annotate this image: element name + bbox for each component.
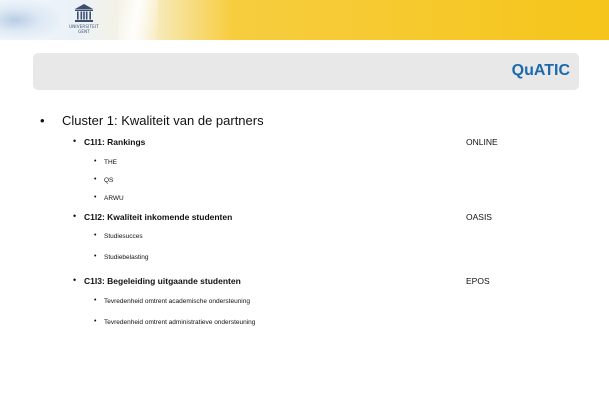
indicator-item: • C1I1: Rankings xyxy=(73,136,146,147)
bullet: • xyxy=(94,194,97,201)
sub-item: • Tevredenheid omtrent academische onder… xyxy=(94,297,250,305)
indicator-label: C1I3: Begeleiding uitgaande studenten xyxy=(84,276,241,286)
sub-item-label: Studiesucces xyxy=(104,233,143,240)
sub-item-label: Studiebelasting xyxy=(104,254,149,261)
cluster-label: Cluster 1: Kwaliteit van de partners xyxy=(62,113,264,128)
bullet: • xyxy=(40,113,45,128)
bullet: • xyxy=(73,211,77,221)
indicator-item: • C1I2: Kwaliteit inkomende studenten xyxy=(73,211,233,222)
bullet: • xyxy=(94,318,97,325)
sub-item: • Studiesucces xyxy=(94,232,143,240)
bullet: • xyxy=(94,232,97,239)
bullet: • xyxy=(73,136,77,146)
cluster-item: • Cluster 1: Kwaliteit van de partners xyxy=(40,113,264,128)
sub-item-label: THE xyxy=(104,159,117,166)
sub-item-label: QS xyxy=(104,177,114,184)
bullet: • xyxy=(94,253,97,260)
sub-item: • Tevredenheid omtrent administratieve o… xyxy=(94,318,256,326)
indicator-tag: OASIS xyxy=(466,212,492,222)
slide-content: • Cluster 1: Kwaliteit van de partners •… xyxy=(0,0,609,410)
bullet: • xyxy=(73,275,77,285)
indicator-tag: ONLINE xyxy=(466,137,498,147)
bullet: • xyxy=(94,176,97,183)
sub-item-label: Tevredenheid omtrent academische onderst… xyxy=(104,298,250,305)
indicator-item: • C1I3: Begeleiding uitgaande studenten xyxy=(73,275,241,286)
sub-item: • Studiebelasting xyxy=(94,253,149,261)
indicator-label: C1I2: Kwaliteit inkomende studenten xyxy=(84,212,233,222)
sub-item-label: Tevredenheid omtrent administratieve ond… xyxy=(104,319,256,326)
sub-item: • THE xyxy=(94,158,117,166)
indicator-label: C1I1: Rankings xyxy=(84,137,146,147)
bullet: • xyxy=(94,158,97,165)
bullet: • xyxy=(94,297,97,304)
sub-item: • ARWU xyxy=(94,194,124,202)
sub-item-label: ARWU xyxy=(104,195,124,202)
indicator-tag: EPOS xyxy=(466,276,490,286)
sub-item: • QS xyxy=(94,176,114,184)
